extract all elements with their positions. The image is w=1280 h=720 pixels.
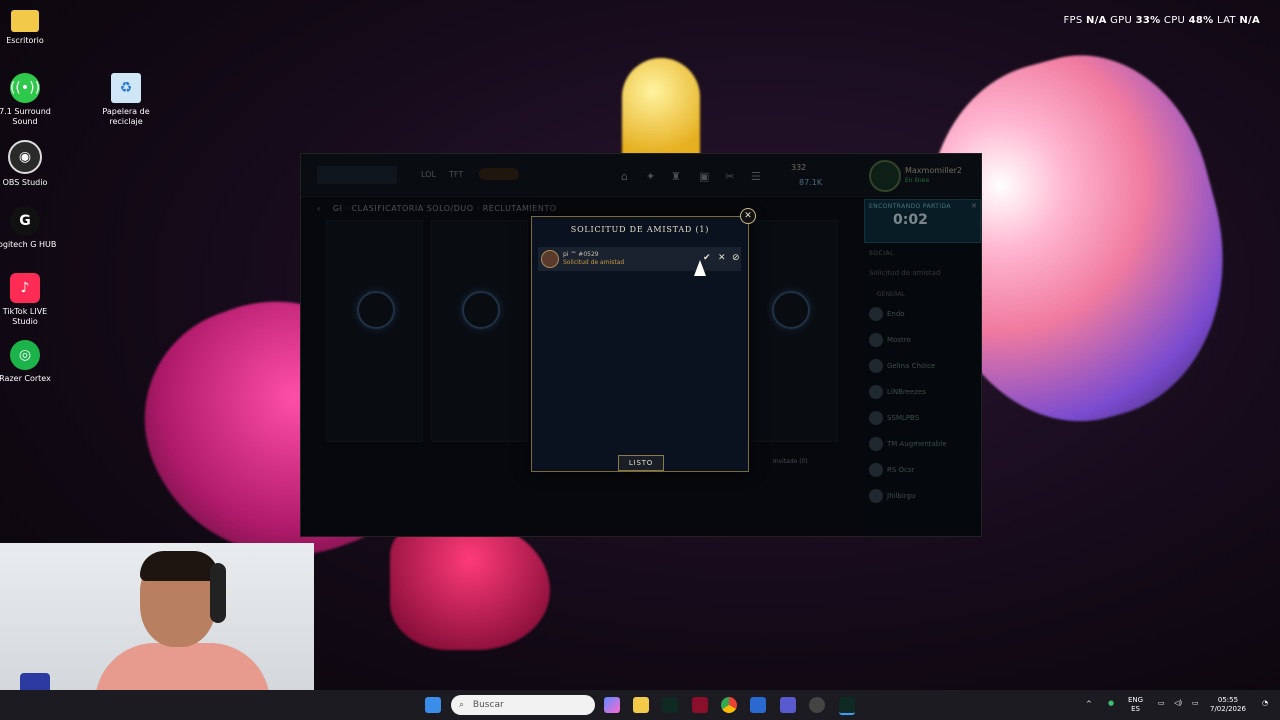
desktop-icon-recycle-bin[interactable]: ♻ Papelera de reciclaje bbox=[91, 73, 161, 127]
desktop-icon-label: Papelera de reciclaje bbox=[102, 107, 150, 126]
desktop-icon-label: Escritorio bbox=[6, 36, 44, 45]
language-indicator[interactable]: ENG ES bbox=[1128, 696, 1143, 714]
battery-icon[interactable]: ▭ bbox=[1192, 699, 1199, 708]
done-button[interactable]: LISTO bbox=[618, 455, 664, 471]
modal-title: SOLICITUD DE AMISTAD (1) bbox=[570, 225, 710, 234]
search-icon: ⌕ bbox=[459, 700, 465, 710]
cpu-label: CPU bbox=[1163, 15, 1186, 26]
desktop-icon-tiktok[interactable]: ♪ TikTok LIVE Studio bbox=[0, 273, 60, 327]
lat-label: LAT bbox=[1216, 15, 1236, 26]
desktop-icon-label: Razer Cortex bbox=[0, 374, 51, 383]
notification-bell-icon[interactable]: ◔ bbox=[1262, 699, 1268, 708]
valorant-icon[interactable] bbox=[692, 697, 708, 713]
block-icon[interactable]: ⊘ bbox=[732, 253, 740, 263]
microphone-icon[interactable]: ● bbox=[1108, 699, 1114, 708]
gpu-value: 33% bbox=[1135, 15, 1161, 26]
obs-taskbar-icon[interactable] bbox=[809, 697, 825, 713]
razer-cortex-icon: ◎ bbox=[10, 340, 40, 370]
desktop-icon-obs[interactable]: ◉ OBS Studio bbox=[0, 140, 60, 188]
desktop-icon-label: OBS Studio bbox=[2, 178, 48, 187]
calculator-icon[interactable] bbox=[750, 697, 766, 713]
fps-label: FPS bbox=[1063, 15, 1083, 26]
decline-icon[interactable]: ✕ bbox=[718, 253, 726, 263]
taskbar-search[interactable]: ⌕ Buscar bbox=[451, 695, 595, 715]
network-icon[interactable]: ▭ bbox=[1158, 699, 1165, 708]
fps-value: N/A bbox=[1085, 15, 1107, 26]
headset bbox=[210, 563, 226, 623]
performance-hud: FPS N/A GPU 33% CPU 48% LAT N/A bbox=[1063, 15, 1260, 26]
taskbar: ⌕ Buscar ^ ● ENG ES ▭ ◁) ▭ 05:55 7/02/20… bbox=[0, 690, 1280, 720]
tiktok-icon: ♪ bbox=[10, 273, 40, 303]
cursor-icon bbox=[694, 260, 706, 276]
clock-date: 7/02/2026 bbox=[1210, 705, 1246, 713]
wallpaper-shape-bottom bbox=[390, 520, 550, 650]
lat-value: N/A bbox=[1239, 15, 1260, 26]
desktop-icon-razer[interactable]: ◎ Razer Cortex bbox=[0, 340, 60, 384]
friend-request-item: pi ™ #0529 Solicitud de amistad ✔ ✕ ⊘ bbox=[538, 247, 741, 271]
desktop-icon-label: 7.1 Surround Sound bbox=[0, 107, 51, 126]
desktop-icon-ghub[interactable]: G Logitech G HUB bbox=[0, 206, 60, 250]
language-code: ENG bbox=[1128, 696, 1144, 704]
volume-icon[interactable]: ◁) bbox=[1174, 699, 1182, 708]
gpu-label: GPU bbox=[1110, 15, 1133, 26]
wallpaper-shape-top bbox=[622, 58, 700, 168]
desktop-icon-label: Logitech G HUB bbox=[0, 240, 57, 249]
teams-icon[interactable] bbox=[780, 697, 796, 713]
clock-time: 05:55 bbox=[1217, 696, 1239, 704]
language-sub: ES bbox=[1131, 705, 1140, 713]
request-subtitle: Solicitud de amistad bbox=[563, 259, 625, 266]
modal-close-button[interactable]: ✕ bbox=[740, 208, 756, 224]
copilot-icon[interactable] bbox=[604, 697, 620, 713]
person-hair bbox=[140, 551, 218, 581]
desktop-icon-surround[interactable]: ((•)) 7.1 Surround Sound bbox=[0, 73, 60, 127]
start-icon[interactable] bbox=[425, 697, 441, 713]
obs-icon: ◉ bbox=[8, 140, 42, 174]
desktop-icon-label: TikTok LIVE Studio bbox=[2, 307, 48, 326]
request-sender-name: pi ™ #0529 bbox=[563, 251, 599, 258]
league-taskbar-icon[interactable] bbox=[839, 697, 855, 715]
desktop-icon-escritorio[interactable]: Escritorio bbox=[0, 10, 60, 46]
avatar bbox=[541, 250, 559, 268]
recycle-bin-icon: ♻ bbox=[111, 73, 141, 103]
file-explorer-icon[interactable] bbox=[633, 697, 649, 713]
folder-icon bbox=[11, 10, 39, 32]
chrome-icon[interactable] bbox=[721, 697, 737, 713]
chevron-up-icon[interactable]: ^ bbox=[1086, 700, 1092, 709]
league-client-icon[interactable] bbox=[662, 697, 678, 713]
cpu-value: 48% bbox=[1188, 15, 1214, 26]
search-placeholder: Buscar bbox=[472, 700, 504, 710]
clock[interactable]: 05:55 7/02/2026 bbox=[1210, 696, 1246, 714]
logitech-g-icon: G bbox=[10, 206, 40, 236]
friend-request-modal: SOLICITUD DE AMISTAD (1) pi ™ #0529 Soli… bbox=[531, 216, 749, 472]
surround-sound-icon: ((•)) bbox=[10, 73, 40, 103]
